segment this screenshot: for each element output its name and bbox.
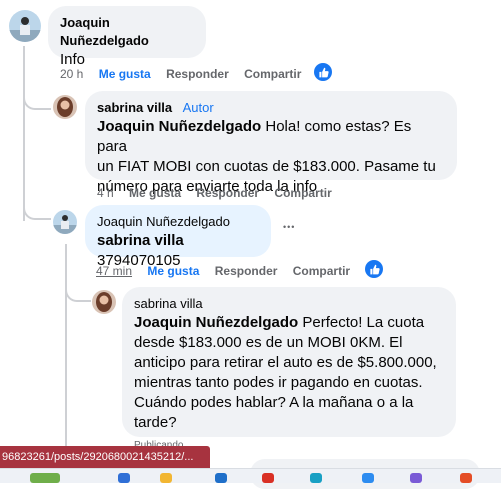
comment-actions: 47 min Me gusta Responder Compartir <box>96 264 362 278</box>
thread-curve-reply-1 <box>23 92 51 110</box>
like-reaction-icon[interactable] <box>365 260 383 278</box>
comment-time[interactable]: 47 min <box>96 264 132 278</box>
comment-author[interactable]: Joaquin Nuñezdelgado <box>60 15 149 48</box>
like-button[interactable]: Me gusta <box>99 67 151 81</box>
reply-button[interactable]: Responder <box>215 264 278 278</box>
avatar-joaquin[interactable] <box>9 10 41 42</box>
like-button[interactable]: Me gusta <box>129 186 181 200</box>
reply-button[interactable]: Responder <box>196 186 259 200</box>
mention-link[interactable]: sabrina villa <box>97 232 184 249</box>
comment-time[interactable]: 20 h <box>60 67 83 81</box>
mention-link[interactable]: Joaquin Nuñezdelgado <box>134 314 298 331</box>
comment-author[interactable]: Joaquin Nuñezdelgado <box>97 214 230 229</box>
like-button[interactable]: Me gusta <box>147 264 199 278</box>
mention-link[interactable]: Joaquin Nuñezdelgado <box>97 118 261 135</box>
status-bar-url: 96823261/posts/2920680021435212/... <box>0 446 210 468</box>
avatar-joaquin[interactable] <box>53 210 77 234</box>
comment-author[interactable]: sabrina villa <box>97 100 172 115</box>
avatar-sabrina[interactable] <box>92 290 116 314</box>
comment-text: Joaquin Nuñezdelgado Hola! como estas? E… <box>97 118 436 195</box>
comment-actions: 20 h Me gusta Responder Compartir <box>60 67 313 81</box>
avatar-sabrina[interactable] <box>53 95 77 119</box>
taskbar <box>0 468 501 483</box>
thread-line-main <box>23 46 25 221</box>
reply-button[interactable]: Responder <box>166 67 229 81</box>
more-options-icon[interactable]: ••• <box>283 222 295 232</box>
comment-bubble: Joaquin Nuñezdelgado Info <box>48 6 206 68</box>
author-badge: Autor <box>182 100 214 115</box>
share-button[interactable]: Compartir <box>293 264 350 278</box>
comment-actions: 4 h Me gusta Responder Compartir <box>97 186 344 200</box>
comment-bubble-highlighted: Joaquin Nuñezdelgado sabrina villa 37940… <box>85 205 271 269</box>
share-button[interactable]: Compartir <box>244 67 301 81</box>
thread-curve-reply-3 <box>65 282 91 302</box>
share-button[interactable]: Compartir <box>274 186 331 200</box>
comment-author[interactable]: sabrina villa <box>134 296 203 311</box>
thread-line-nested <box>65 244 67 454</box>
thread-curve-reply-2 <box>23 200 51 220</box>
like-reaction-icon[interactable] <box>314 63 332 81</box>
comment-time[interactable]: 4 h <box>97 186 114 200</box>
comment-text: Joaquin Nuñezdelgado Perfecto! La cuota … <box>134 314 437 431</box>
comment-bubble: sabrina villa Joaquin Nuñezdelgado Perfe… <box>122 287 456 437</box>
comment-bubble: sabrina villa Autor Joaquin Nuñezdelgado… <box>85 91 457 195</box>
